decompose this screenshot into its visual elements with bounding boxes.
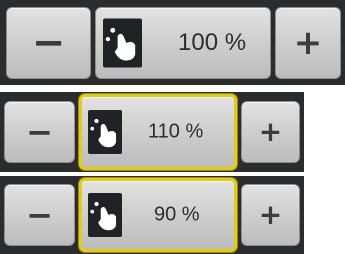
zoom-in-button[interactable]: + xyxy=(241,184,300,246)
zoom-level-button[interactable]: 110 % xyxy=(79,94,237,170)
zoom-level-button[interactable]: 90 % xyxy=(79,178,237,252)
zoom-in-button[interactable]: + xyxy=(275,6,341,79)
minus-icon: − xyxy=(26,113,53,151)
zoom-control-row: − 110 % + xyxy=(0,92,304,172)
plus-icon: + xyxy=(258,198,283,231)
hand-zoom-icon xyxy=(88,193,122,237)
hand-zoom-icon xyxy=(88,110,122,154)
zoom-value: 90 % xyxy=(154,203,200,226)
zoom-out-button[interactable]: − xyxy=(4,184,75,246)
zoom-control-row: − 90 % + xyxy=(0,176,304,254)
plus-icon: + xyxy=(258,115,283,148)
plus-icon: + xyxy=(293,22,323,63)
zoom-value: 100 % xyxy=(178,28,247,56)
minus-icon: − xyxy=(26,196,53,234)
zoom-in-button[interactable]: + xyxy=(241,101,300,163)
minus-icon: − xyxy=(31,19,66,66)
zoom-out-button[interactable]: − xyxy=(4,101,75,163)
zoom-value: 110 % xyxy=(148,120,204,143)
zoom-out-button[interactable]: − xyxy=(6,6,91,79)
zoom-level-button[interactable]: 100 % xyxy=(95,6,271,79)
hand-zoom-icon xyxy=(103,18,142,67)
zoom-control-row: − 100 % + xyxy=(0,0,345,85)
